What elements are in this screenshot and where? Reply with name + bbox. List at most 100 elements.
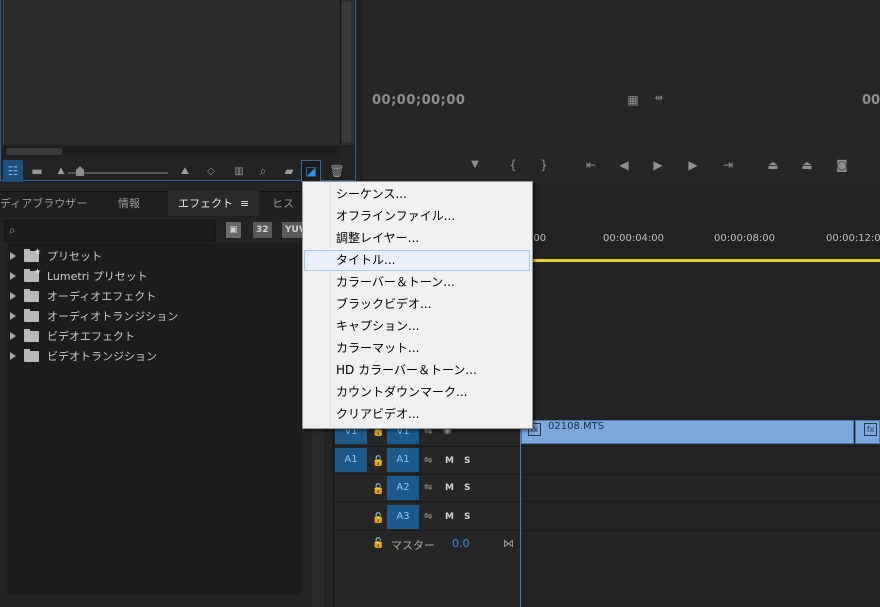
new-item-icon[interactable]: ◪	[301, 160, 321, 182]
program-monitor	[361, 0, 880, 183]
menu-item-hd-bars-and-tone[interactable]: HD カラーバー＆トーン...	[304, 360, 530, 381]
sync-lock-icon[interactable]: ⇋	[424, 511, 432, 522]
tab-effects[interactable]: エフェクト ≡	[168, 191, 260, 216]
search-icon[interactable]: ⌕	[253, 160, 273, 182]
step-back-icon[interactable]: ◀	[613, 158, 635, 172]
menu-item-universal-counting-leader[interactable]: カウントダウンマーク...	[304, 382, 530, 403]
trash-icon[interactable]: 🗑	[327, 160, 347, 182]
menu-item-color-matte[interactable]: カラーマット...	[304, 338, 530, 359]
safe-margins-icon[interactable]: ⇹	[648, 93, 670, 104]
32bit-effects-badge[interactable]: 32	[253, 222, 272, 238]
list-item[interactable]: ビデオエフェクト	[10, 326, 135, 346]
sync-lock-icon[interactable]: ⇋	[424, 482, 432, 493]
expand-triangle-icon[interactable]	[10, 292, 16, 300]
solo-button[interactable]: S	[464, 483, 470, 493]
menu-item-label: シーケンス...	[336, 187, 407, 201]
star-icon: ★	[34, 247, 42, 256]
list-item[interactable]: ビデオトランジション	[10, 346, 157, 366]
menu-item-label: 調整レイヤー...	[336, 231, 420, 245]
tab-history[interactable]: ヒス	[272, 191, 294, 216]
effects-search-input[interactable]: ⌕	[4, 220, 216, 242]
list-item[interactable]: ★ プリセット	[10, 246, 102, 266]
track-target-a3[interactable]: A3	[387, 505, 419, 529]
menu-item-bars-and-tone[interactable]: カラーバー＆トーン...	[304, 272, 530, 293]
solo-button[interactable]: S	[464, 512, 470, 522]
menu-item-sequence[interactable]: シーケンス...	[304, 184, 530, 205]
ruler-label: 00:00:12:0	[826, 233, 880, 244]
small-icon-mountain-icon[interactable]: ▲	[51, 160, 71, 182]
tab-media-browser[interactable]: ディアブラウザー	[0, 191, 87, 216]
menu-item-label: HD カラーバー＆トーン...	[336, 363, 477, 377]
ruler-label: 00:00:04:00	[603, 233, 665, 244]
list-item[interactable]: ★ Lumetri プリセット	[10, 266, 148, 286]
menu-item-captions[interactable]: キャプション...	[304, 316, 530, 337]
solo-button[interactable]: S	[464, 456, 470, 466]
list-view-icon[interactable]: ☷	[3, 160, 23, 182]
lock-icon[interactable]: 🔓	[372, 456, 384, 467]
work-area-bar[interactable]	[521, 259, 880, 262]
mute-button[interactable]: M	[445, 483, 454, 493]
menu-item-label: クリアビデオ...	[336, 407, 420, 421]
export-frame-icon[interactable]: ◙	[831, 158, 853, 172]
project-content-area[interactable]	[3, 0, 340, 145]
menu-item-adjustment-layer[interactable]: 調整レイヤー...	[304, 228, 530, 249]
menu-item-label: カウントダウンマーク...	[336, 385, 468, 399]
fx-badge-icon: fx	[864, 423, 877, 436]
accelerated-effects-icon[interactable]: ▣	[226, 222, 241, 238]
menu-item-label: カラーバー＆トーン...	[336, 275, 455, 289]
folder-icon	[24, 308, 39, 322]
automate-sequence-icon[interactable]: ▥	[229, 160, 249, 182]
project-horizontal-scroll-thumb[interactable]	[6, 148, 62, 155]
new-bin-icon[interactable]: ▰	[279, 160, 299, 182]
source-patch-a1[interactable]: A1	[335, 448, 367, 472]
list-item[interactable]: オーディオエフェクト	[10, 286, 156, 306]
duration-timecode: 00	[862, 93, 880, 108]
add-marker-icon[interactable]: ▼	[464, 159, 486, 170]
menu-item-label: カラーマット...	[336, 341, 420, 355]
tab-info[interactable]: 情報	[118, 191, 140, 216]
extract-icon[interactable]: ⏏	[796, 158, 818, 172]
mute-button[interactable]: M	[445, 512, 454, 522]
play-icon[interactable]: ▶	[647, 158, 669, 172]
master-track-label: マスター	[391, 539, 435, 552]
lock-icon[interactable]: 🔓	[372, 538, 384, 549]
monitor-settings-icon[interactable]: ▦	[622, 93, 644, 107]
menu-item-transparent-video[interactable]: クリアビデオ...	[304, 404, 530, 425]
clip-name: 02108.MTS	[548, 421, 605, 432]
menu-item-title[interactable]: タイトル...	[304, 250, 530, 271]
lock-icon[interactable]: 🔓	[372, 513, 384, 524]
lock-icon[interactable]: 🔓	[372, 484, 384, 495]
panel-menu-icon[interactable]: ≡	[240, 197, 249, 210]
go-to-in-icon[interactable]: ⇤	[580, 158, 602, 172]
sync-lock-icon[interactable]: ⇋	[424, 455, 432, 466]
icon-view-icon[interactable]: ▬	[27, 160, 47, 182]
star-icon: ★	[34, 267, 42, 276]
menu-item-black-video[interactable]: ブラックビデオ...	[304, 294, 530, 315]
expand-triangle-icon[interactable]	[10, 312, 16, 320]
menu-item-label: キャプション...	[336, 319, 420, 333]
expand-triangle-icon[interactable]	[10, 252, 16, 260]
mark-in-icon[interactable]: {	[502, 158, 524, 172]
menu-item-label: ブラックビデオ...	[336, 297, 432, 311]
lift-icon[interactable]: ⏏	[762, 158, 784, 172]
mark-out-icon[interactable]: }	[533, 158, 555, 172]
list-item[interactable]: オーディオトランジション	[10, 306, 178, 326]
folder-icon	[24, 328, 39, 342]
sort-icon[interactable]: ◇	[201, 160, 221, 182]
large-mountain-icon[interactable]: ⛰	[175, 160, 195, 182]
expand-triangle-icon[interactable]	[10, 272, 16, 280]
tab-effects-label: エフェクト	[178, 197, 233, 210]
project-toolbar: ☷ ▬ ▲ ⛰ ◇ ▥ ⌕ ▰ ◪ 🗑	[3, 160, 355, 182]
mute-button[interactable]: M	[445, 456, 454, 466]
expand-triangle-icon[interactable]	[10, 352, 16, 360]
track-target-a2[interactable]: A2	[387, 476, 419, 500]
go-to-panning-icon[interactable]: ⋈	[503, 537, 514, 550]
track-target-a1[interactable]: A1	[387, 448, 419, 472]
project-vertical-scroll-thumb[interactable]	[342, 2, 351, 142]
playhead-timecode[interactable]: 00;00;00;00	[372, 93, 465, 108]
menu-item-offline-file[interactable]: オフラインファイル...	[304, 206, 530, 227]
go-to-out-icon[interactable]: ⇥	[717, 158, 739, 172]
expand-triangle-icon[interactable]	[10, 332, 16, 340]
master-volume-value[interactable]: 0.0	[452, 537, 470, 550]
step-forward-icon[interactable]: ▶	[682, 158, 704, 172]
